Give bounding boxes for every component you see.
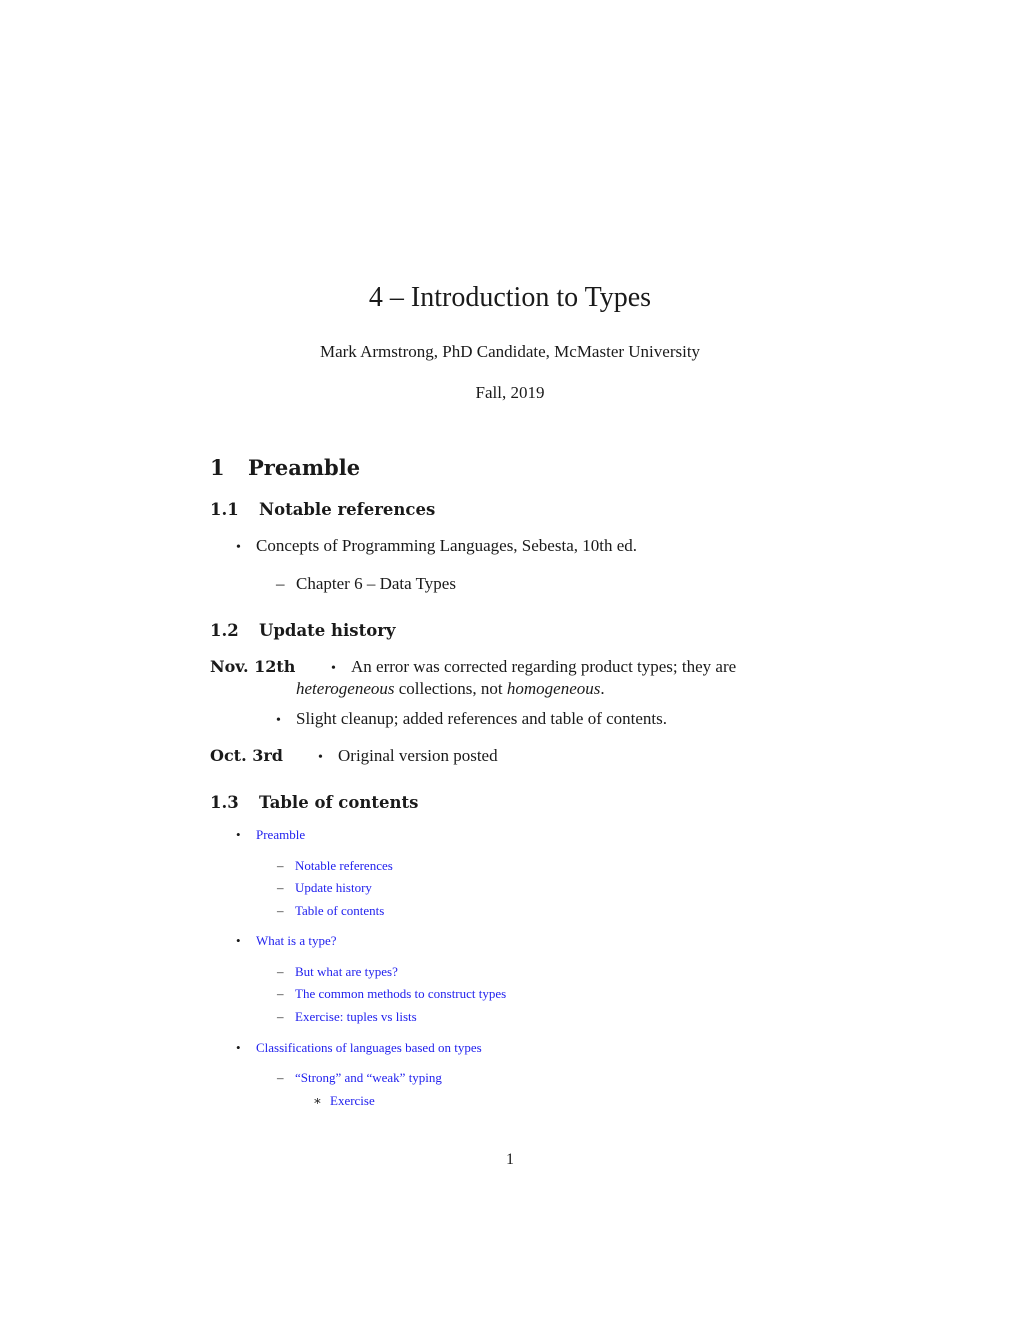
dash-icon: – [276, 574, 285, 593]
reference-text: Concepts of Programming Languages, Sebes… [256, 536, 638, 555]
toc-link-common-methods[interactable]: The common methods to construct types [295, 986, 506, 1001]
toc-subsubitem: ∗ Exercise [313, 1092, 375, 1110]
document-author: Mark Armstrong, PhD Candidate, McMaster … [319, 342, 701, 361]
toc-item: • Classifications of languages based on t… [236, 1039, 482, 1057]
dash-icon: – [277, 1070, 284, 1085]
section-heading-preamble: 1 Preamble [210, 455, 360, 480]
toc-subitem: – Exercise: tuples vs lists [277, 1008, 417, 1026]
toc-link-classifications[interactable]: Classifications of languages based on ty… [256, 1040, 482, 1055]
toc-subitem: – The common methods to construct types [277, 985, 506, 1003]
toc-link-exercise-tuples-vs-lists[interactable]: Exercise: tuples vs lists [295, 1009, 417, 1024]
toc-subitem: – “Strong” and “weak” typing [277, 1069, 442, 1087]
subsection-title: Update history [259, 621, 396, 640]
document-title: 4 – Introduction to Types [368, 282, 652, 313]
document-date: Fall, 2019 [475, 383, 545, 402]
toc-item: • What is a type? [236, 932, 337, 950]
toc-link-what-is-a-type[interactable]: What is a type? [256, 933, 337, 948]
history-item-text: Original version posted [338, 746, 498, 765]
subsection-heading-toc: 1.3 Table of contents [210, 793, 418, 812]
bullet-icon: • [331, 661, 336, 676]
section-title: Preamble [248, 455, 361, 480]
history-item-text: Slight cleanup; added references and tab… [296, 709, 668, 728]
toc-link-update-history[interactable]: Update history [295, 880, 372, 895]
reference-item: • Concepts of Programming Languages, Sebe… [236, 536, 637, 556]
subsection-number: 1.3 [210, 793, 239, 812]
subsection-heading-history: 1.2 Update history [210, 621, 395, 640]
toc-subitem: – Notable references [277, 857, 393, 875]
toc-subitem: – But what are types? [277, 963, 398, 981]
bullet-icon: • [236, 827, 241, 842]
dash-icon: – [277, 903, 284, 918]
history-date: Oct. 3rd [210, 746, 283, 765]
section-number: 1 [210, 455, 225, 480]
toc-link-table-of-contents[interactable]: Table of contents [295, 903, 384, 918]
emphasis-text: homogeneous [506, 679, 601, 698]
subsection-number: 1.2 [210, 621, 239, 640]
toc-link-strong-weak-typing[interactable]: “Strong” and “weak” typing [295, 1070, 442, 1085]
toc-link-but-what-are-types[interactable]: But what are types? [295, 964, 398, 979]
bullet-icon: • [318, 750, 323, 765]
history-item: • An error was corrected regarding produc… [331, 657, 736, 677]
toc-item: • Preamble [236, 826, 305, 844]
toc-link-exercise[interactable]: Exercise [330, 1093, 375, 1108]
dash-icon: – [277, 986, 284, 1001]
history-item-text: . [600, 679, 605, 698]
bullet-icon: • [236, 540, 241, 555]
history-date: Nov. 12th [210, 657, 296, 676]
bullet-icon: • [236, 933, 241, 948]
history-item: • Slight cleanup; added references and ta… [276, 709, 667, 729]
asterisk-icon: ∗ [313, 1093, 322, 1108]
bullet-icon: • [276, 713, 281, 728]
page-number: 1 [506, 1151, 514, 1168]
toc-subitem: – Table of contents [277, 902, 384, 920]
dash-icon: – [277, 964, 284, 979]
subsection-title: Table of contents [259, 793, 419, 812]
history-item-text: collections, not [394, 679, 507, 698]
subsection-number: 1.1 [210, 500, 239, 519]
history-item-continuation: heterogeneous collections, not homogeneo… [296, 679, 605, 699]
history-item: • Original version posted [318, 746, 498, 766]
emphasis-text: heterogeneous [296, 679, 395, 698]
history-item-text: An error was corrected regarding product… [351, 657, 737, 676]
subsection-heading-references: 1.1 Notable references [210, 500, 435, 519]
reference-subitem: – Chapter 6 – Data Types [276, 574, 456, 594]
dash-icon: – [277, 858, 284, 873]
subsection-title: Notable references [259, 500, 436, 519]
reference-subitem-text: Chapter 6 – Data Types [296, 574, 456, 593]
toc-link-notable-references[interactable]: Notable references [295, 858, 393, 873]
bullet-icon: • [236, 1040, 241, 1055]
toc-link-preamble[interactable]: Preamble [256, 827, 305, 842]
dash-icon: – [277, 880, 284, 895]
toc-subitem: – Update history [277, 879, 372, 897]
dash-icon: – [277, 1009, 284, 1024]
